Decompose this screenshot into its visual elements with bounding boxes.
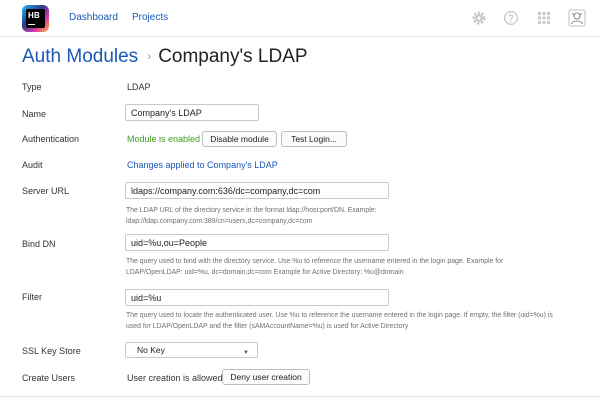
disable-module-button[interactable]: Disable module: [202, 131, 277, 147]
logo-text: HB: [28, 11, 40, 20]
filter-hint-line-1: The query used to locate the authenticat…: [126, 312, 553, 319]
nav-link-projects[interactable]: Projects: [132, 12, 168, 23]
bind-dn-hint: The query used to bind with the director…: [126, 256, 591, 278]
server-url-label: Server URL: [22, 186, 70, 196]
bind-dn-hint-line-2: LDAP/OpenLDAP: uid=%u, dc=domain,dc=com …: [126, 269, 404, 276]
page-title: Company's LDAP: [158, 46, 308, 67]
name-input[interactable]: [125, 104, 259, 121]
filter-hint-line-2: used for LDAP/OpenLDAP and the filter (s…: [126, 323, 409, 330]
create-users-label: Create Users: [22, 373, 76, 383]
test-login-button[interactable]: Test Login...: [281, 131, 347, 147]
server-url-hint-line-1: The LDAP URL of the directory service in…: [126, 207, 377, 214]
user-avatar-icon[interactable]: [568, 9, 586, 27]
logo-underscore: [28, 23, 35, 25]
bind-dn-hint-line-1: The query used to bind with the director…: [126, 258, 504, 265]
page-heading: Auth Modules › Company's LDAP: [22, 46, 308, 74]
nav-link-dashboard[interactable]: Dashboard: [69, 12, 118, 23]
breadcrumb-separator: ›: [147, 49, 152, 63]
bottom-divider: [0, 396, 600, 397]
chevron-down-icon: ▼: [243, 350, 249, 356]
audit-label: Audit: [22, 160, 43, 170]
server-url-input[interactable]: [125, 182, 389, 199]
type-label: Type: [22, 82, 42, 92]
ssl-key-store-selected: No Key: [137, 345, 165, 355]
hub-logo[interactable]: HB: [22, 5, 49, 32]
deny-user-creation-button[interactable]: Deny user creation: [222, 369, 310, 385]
logo-mark: HB: [26, 9, 45, 28]
ssl-key-store-select[interactable]: No Key ▼: [125, 342, 258, 358]
filter-input[interactable]: [125, 289, 389, 306]
user-creation-status: User creation is allowed: [127, 373, 223, 383]
authentication-label: Authentication: [22, 134, 80, 144]
bind-dn-input[interactable]: [125, 234, 389, 251]
audit-changes-link[interactable]: Changes applied to Company's LDAP: [127, 160, 278, 170]
top-navigation-bar: HB Dashboard Projects: [0, 0, 600, 37]
bind-dn-label: Bind DN: [22, 239, 56, 249]
apps-grid-icon[interactable]: [536, 10, 552, 26]
breadcrumb-auth-modules[interactable]: Auth Modules: [22, 46, 138, 68]
filter-hint: The query used to locate the authenticat…: [126, 310, 591, 332]
server-url-hint: The LDAP URL of the directory service in…: [126, 205, 591, 227]
type-value: LDAP: [127, 82, 151, 92]
module-status-text: Module is enabled: [127, 134, 201, 144]
ssl-key-store-label: SSL Key Store: [22, 346, 81, 356]
settings-gear-icon[interactable]: [471, 10, 487, 26]
server-url-hint-line-2: ldap://ldap.company.com:389/cn=users,dc=…: [126, 218, 313, 225]
filter-label: Filter: [22, 292, 42, 302]
help-icon[interactable]: [503, 10, 519, 26]
name-label: Name: [22, 109, 47, 119]
